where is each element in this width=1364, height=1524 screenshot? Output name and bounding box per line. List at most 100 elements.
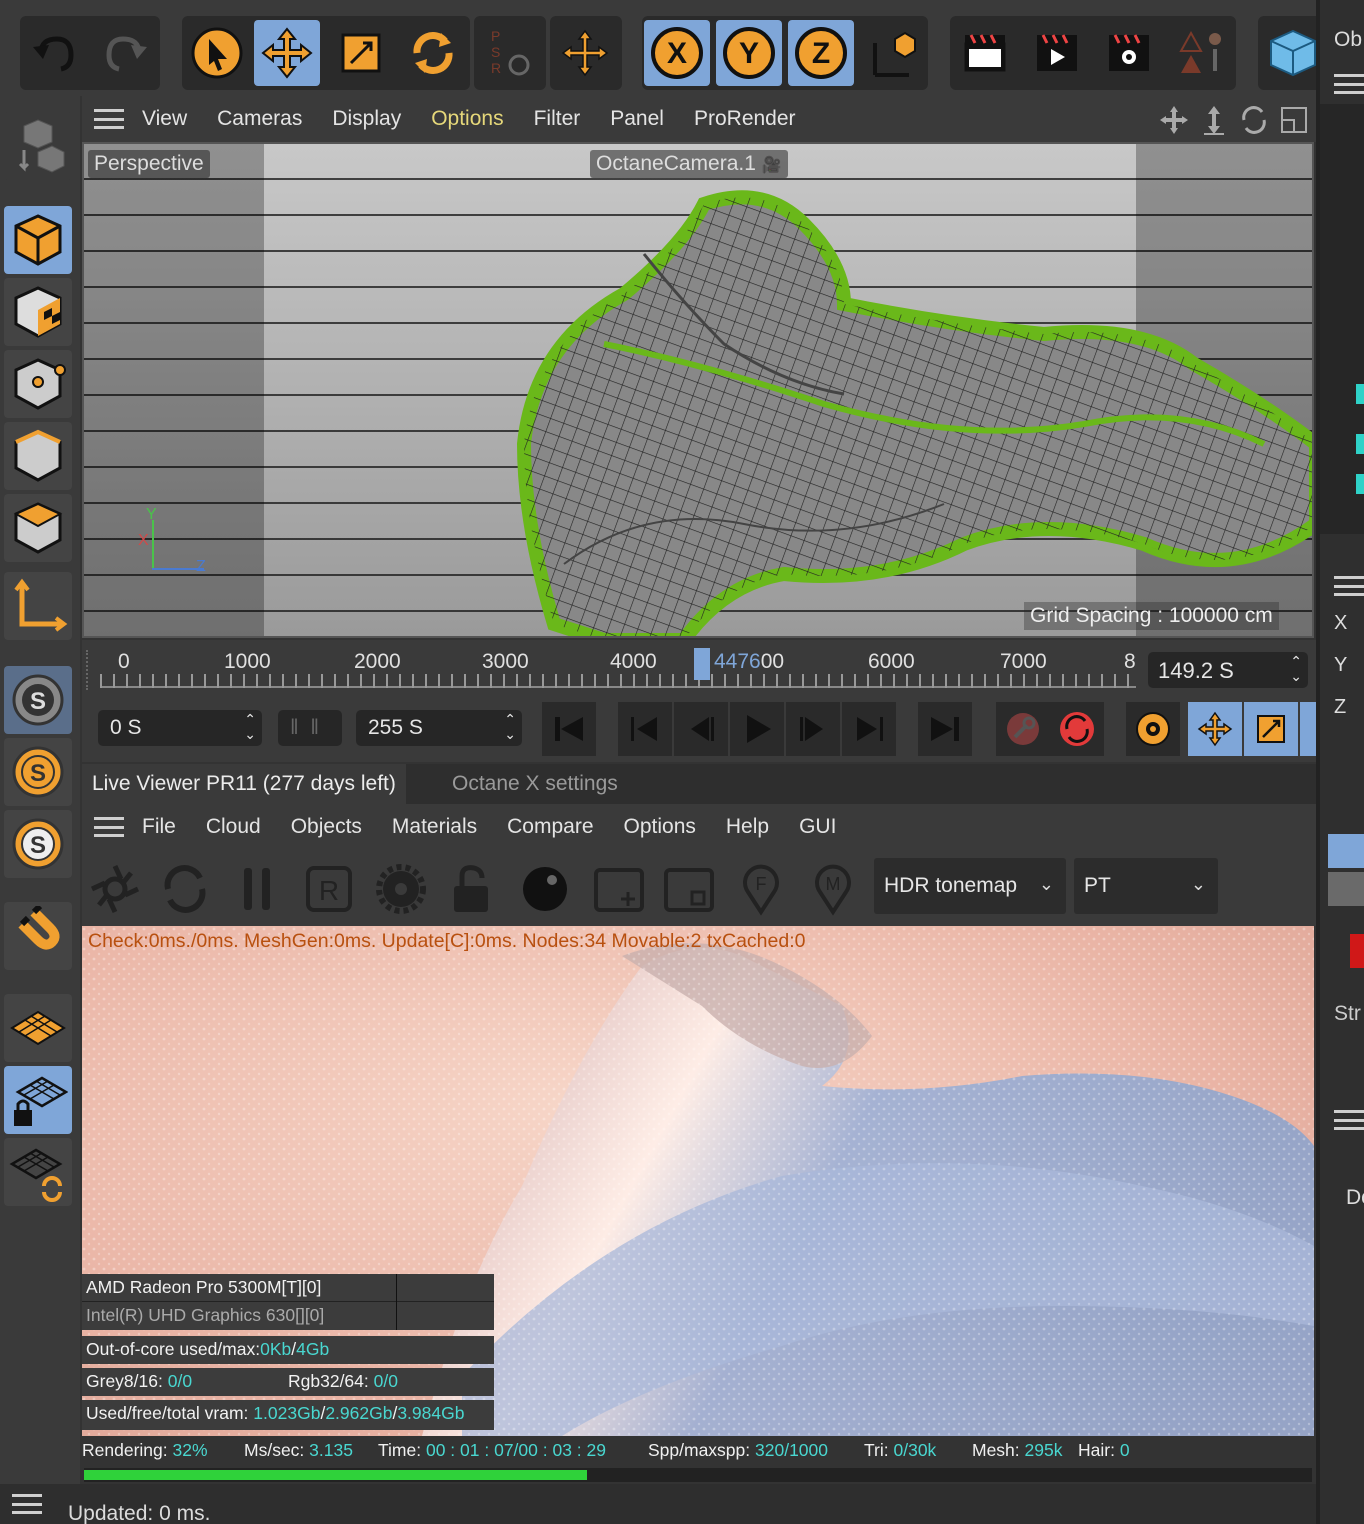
lv-menu-objects[interactable]: Objects — [291, 815, 362, 839]
align-workplane-button[interactable] — [4, 1138, 72, 1206]
model-mode-button[interactable] — [4, 206, 72, 274]
locked-workplane-button[interactable] — [4, 1066, 72, 1134]
previous-key-button[interactable] — [618, 702, 672, 756]
menu-cameras[interactable]: Cameras — [217, 107, 302, 131]
timeline-grip[interactable] — [86, 650, 92, 690]
current-time-field[interactable]: 149.2 S ⌃ ⌄ — [1148, 652, 1308, 688]
spinner-arrows-icon[interactable]: ⌃ ⌄ — [504, 712, 516, 742]
menu-options[interactable]: Options — [431, 107, 503, 131]
lv-menu-help[interactable]: Help — [726, 815, 769, 839]
status-hamburger-icon[interactable] — [12, 1494, 42, 1514]
kernel-dropdown[interactable]: PT ⌄ — [1074, 858, 1218, 914]
rotation-keys-button[interactable] — [1300, 702, 1316, 756]
lv-menu-compare[interactable]: Compare — [507, 815, 593, 839]
scale-keys-button[interactable] — [1244, 702, 1298, 756]
material-swatch-selected[interactable] — [1328, 834, 1364, 868]
play-button[interactable] — [730, 702, 784, 756]
previous-frame-button[interactable] — [674, 702, 728, 756]
axis-mode-button[interactable] — [4, 572, 72, 640]
snap-button[interactable] — [4, 902, 72, 970]
lv-menu-gui[interactable]: GUI — [799, 815, 836, 839]
go-to-end-button[interactable] — [918, 702, 972, 756]
axis-move-button[interactable] — [552, 20, 618, 86]
end-time-field[interactable]: 255 S ⌃ ⌄ — [356, 710, 522, 746]
menu-display[interactable]: Display — [332, 107, 401, 131]
tonemap-dropdown[interactable]: HDR tonemap ⌄ — [874, 858, 1066, 914]
active-camera-label[interactable]: OctaneCamera.1 🎥 — [590, 150, 788, 178]
spinner-arrows-icon[interactable]: ⌃ ⌄ — [1290, 654, 1302, 684]
octane-tools-button[interactable] — [1168, 20, 1234, 86]
autokeying-button[interactable] — [1050, 702, 1104, 756]
position-keys-button[interactable] — [1188, 702, 1242, 756]
keyframe-selection-button[interactable] — [1126, 702, 1180, 756]
pan-icon[interactable] — [1158, 104, 1190, 136]
maximize-view-icon[interactable] — [1278, 104, 1310, 136]
record-keys-button[interactable] — [996, 702, 1050, 756]
next-frame-button[interactable] — [786, 702, 840, 756]
spinner-arrows-icon[interactable]: ⌃ ⌄ — [244, 712, 256, 742]
dolly-icon[interactable] — [1198, 104, 1230, 136]
coordinate-system-button[interactable] — [860, 20, 926, 86]
redo-button[interactable] — [92, 20, 158, 86]
coords-hamburger-icon[interactable] — [1334, 576, 1364, 596]
region-render-button[interactable]: R — [298, 858, 360, 920]
menu-filter[interactable]: Filter — [534, 107, 581, 131]
object-list[interactable] — [1320, 104, 1364, 534]
orbit-icon[interactable] — [1238, 104, 1270, 136]
lv-menu-cloud[interactable]: Cloud — [206, 815, 261, 839]
material-swatch[interactable] — [1328, 872, 1364, 906]
lv-menu-materials[interactable]: Materials — [392, 815, 477, 839]
objects-tab-label[interactable]: Ob — [1334, 28, 1362, 52]
octane-render-view[interactable]: Check:0ms./0ms. MeshGen:0ms. Update[C]:0… — [82, 926, 1314, 1436]
polygons-mode-button[interactable] — [4, 494, 72, 562]
send-scene-button[interactable] — [84, 858, 146, 920]
undo-button[interactable] — [22, 20, 88, 86]
objects-hamburger-icon[interactable] — [1334, 74, 1364, 94]
render-settings-gear-button[interactable] — [370, 858, 432, 920]
add-region-button[interactable] — [588, 858, 650, 920]
points-mode-button[interactable] — [4, 350, 72, 418]
y-axis-lock-button[interactable]: Y — [716, 20, 782, 86]
live-viewer-hamburger-icon[interactable] — [94, 817, 124, 837]
next-key-button[interactable] — [842, 702, 896, 756]
render-view-button[interactable] — [952, 20, 1018, 86]
range-slider-handle[interactable]: ‖ ‖ — [278, 710, 342, 746]
render-to-picture-viewer-button[interactable] — [1024, 20, 1090, 86]
z-axis-lock-button[interactable]: Z — [788, 20, 854, 86]
workplane-button[interactable] — [4, 994, 72, 1062]
material-preview-button[interactable] — [514, 858, 576, 920]
restart-render-button[interactable] — [154, 858, 216, 920]
menu-panel[interactable]: Panel — [610, 107, 664, 131]
tab-octane-settings[interactable]: Octane X settings — [442, 764, 628, 804]
texture-mode-button[interactable] — [4, 278, 72, 346]
rotate-tool-button[interactable] — [400, 20, 466, 86]
edges-mode-button[interactable] — [4, 422, 72, 490]
lv-menu-options[interactable]: Options — [624, 815, 696, 839]
select-tool-button[interactable] — [184, 20, 250, 86]
render-settings-button[interactable] — [1096, 20, 1162, 86]
scale-tool-button[interactable] — [328, 20, 394, 86]
octane-s-button-3[interactable]: S — [4, 810, 72, 878]
structure-hamburger-icon[interactable] — [1334, 1110, 1364, 1130]
viewport-hamburger-icon[interactable] — [94, 109, 124, 129]
timeline-ruler[interactable]: 0 1000 2000 3000 4000 447600 6000 7000 8 — [100, 646, 1136, 696]
lv-menu-file[interactable]: File — [142, 815, 176, 839]
make-editable-button[interactable] — [4, 112, 72, 180]
x-axis-lock-button[interactable]: X — [644, 20, 710, 86]
go-to-start-button[interactable] — [542, 702, 596, 756]
structure-tab-label[interactable]: Str — [1334, 1002, 1361, 1026]
playhead[interactable] — [694, 648, 710, 680]
psr-tool-button[interactable]: PSR — [476, 20, 542, 86]
menu-prorender[interactable]: ProRender — [694, 107, 796, 131]
octane-s-button-2[interactable]: S — [4, 738, 72, 806]
lock-resolution-button[interactable] — [442, 858, 504, 920]
pause-render-button[interactable] — [226, 858, 288, 920]
sub-region-button[interactable] — [658, 858, 720, 920]
material-pick-button[interactable]: M — [802, 858, 864, 920]
perspective-viewport[interactable]: Perspective OctaneCamera.1 🎥 Grid Spacin… — [82, 142, 1314, 638]
tab-live-viewer[interactable]: Live Viewer PR11 (277 days left) — [82, 764, 406, 804]
start-time-field[interactable]: 0 S ⌃ ⌄ — [98, 710, 262, 746]
move-tool-button[interactable] — [254, 20, 320, 86]
menu-view[interactable]: View — [142, 107, 187, 131]
focus-pick-button[interactable]: F — [730, 858, 792, 920]
